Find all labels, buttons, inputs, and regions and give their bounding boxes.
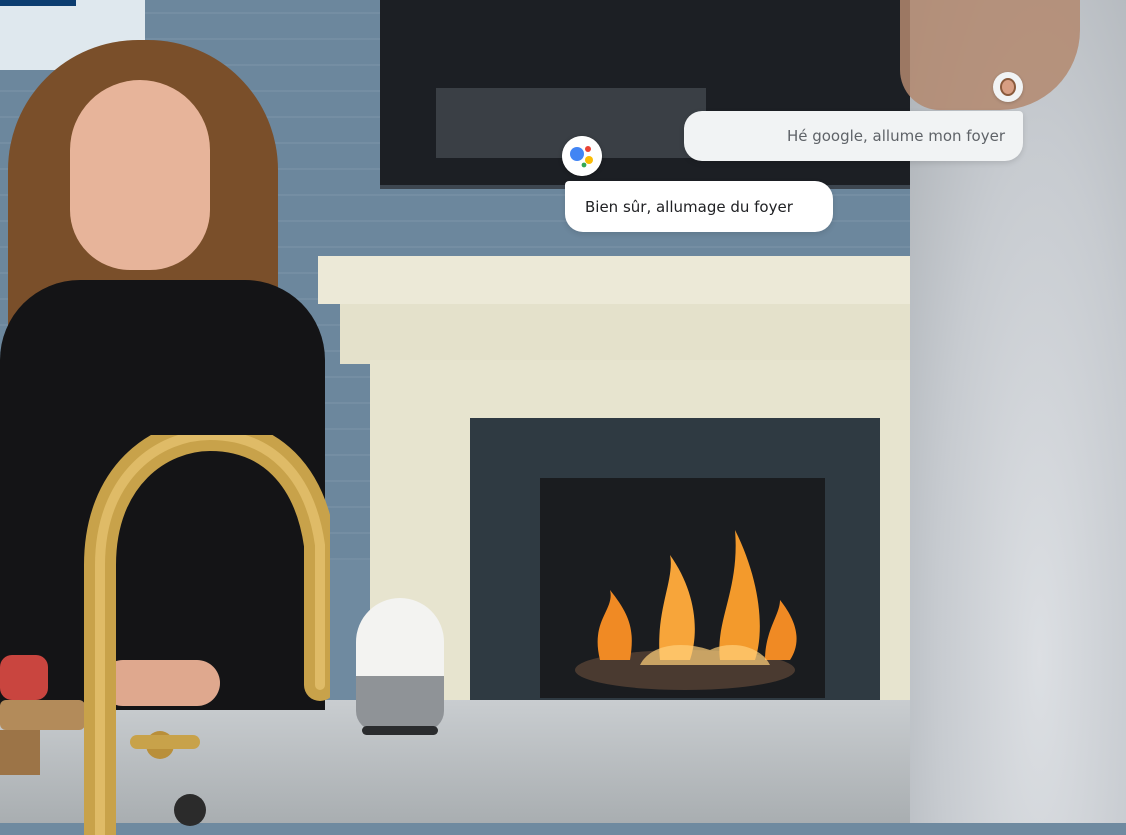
- user-message-bubble: Hé google, allume mon foyer: [684, 111, 1023, 161]
- corner-accent: [0, 0, 76, 6]
- assistant-message-text: Bien sûr, allumage du foyer: [585, 197, 793, 216]
- brass-faucet: [84, 435, 330, 835]
- user-avatar-icon: [993, 72, 1023, 102]
- speaker-top: [356, 598, 444, 678]
- speaker-fabric-base: [356, 676, 444, 731]
- speaker-foot: [362, 726, 438, 735]
- fire-flames: [575, 530, 797, 690]
- fireplace-frieze: [340, 304, 940, 364]
- google-home-speaker: [356, 598, 444, 735]
- user-message-text: Hé google, allume mon foyer: [786, 127, 1005, 145]
- woman-face: [70, 80, 210, 270]
- cake-stand-base: [0, 730, 40, 775]
- google-assistant-icon: [562, 136, 602, 176]
- fireplace-mantel: [318, 256, 958, 304]
- cupcake: [0, 655, 48, 700]
- assistant-message-bubble: Bien sûr, allumage du foyer: [565, 181, 833, 232]
- user-avatar-face: [1000, 78, 1016, 96]
